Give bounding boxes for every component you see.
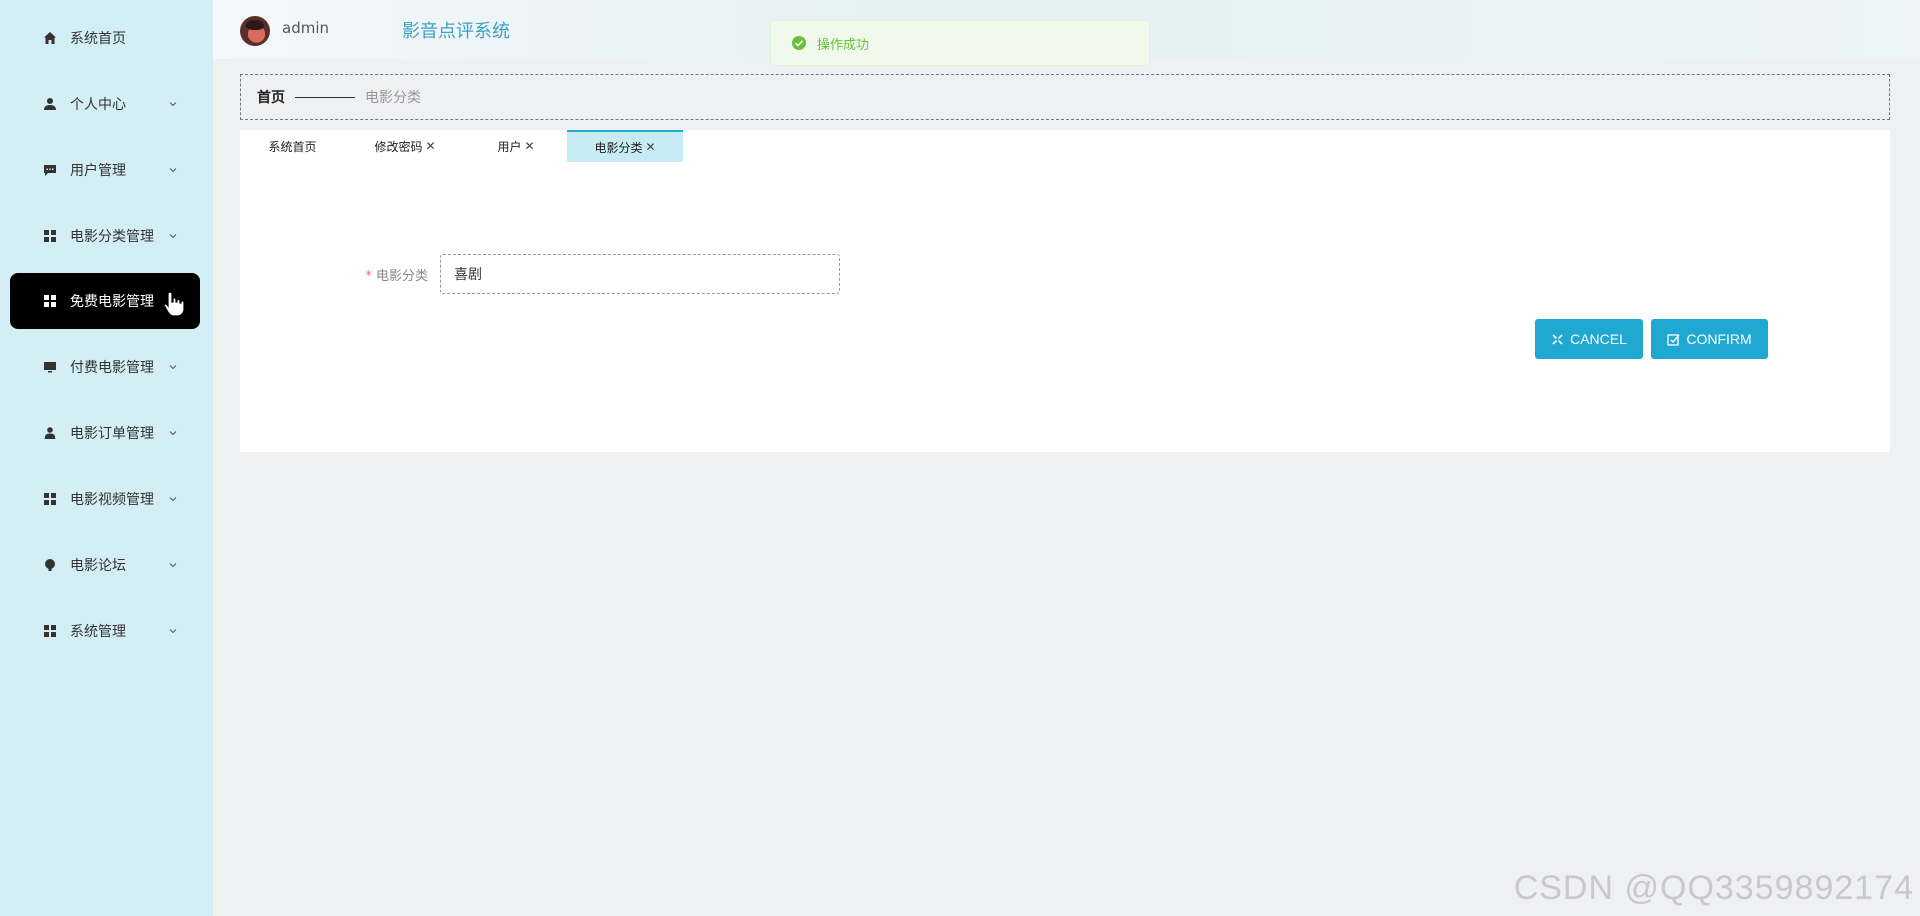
tab-user[interactable]: 用户 ✕ [465,130,567,162]
menu-item-forum[interactable]: 电影论坛 [10,537,200,593]
chevron-down-icon [169,563,177,568]
close-icon[interactable]: ✕ [645,140,655,154]
breadcrumb-separator [295,96,355,98]
required-mark: * [365,268,372,284]
category-input[interactable] [440,254,840,294]
menu-label: 电影分类管理 [70,229,154,245]
menu-item-home[interactable]: 系统首页 [10,10,200,66]
chevron-down-icon [169,365,177,370]
menu-item-paid-movie-management[interactable]: 付费电影管理 [10,339,200,395]
tab-label: 系统首页 [268,139,317,154]
toast-message: 操作成功 [817,37,870,53]
menu-item-order-management[interactable]: 电影订单管理 [10,405,200,461]
menu-label: 免费电影管理 [70,294,154,310]
watermark: CSDN @QQ3359892174 [1513,869,1914,907]
confirm-button[interactable]: CONFIRM [1651,319,1768,359]
chevron-down-icon [169,168,177,173]
menu-label: 系统管理 [70,624,126,640]
username[interactable]: admin [282,19,329,37]
menu-label: 个人中心 [70,97,126,113]
check-circle-icon [792,36,806,50]
monitor-icon [42,359,58,375]
avatar[interactable] [240,16,270,46]
menu-label: 电影视频管理 [70,492,154,508]
menu-item-user-management[interactable]: 用户管理 [10,142,200,198]
menu-item-video-management[interactable]: 电影视频管理 [10,471,200,527]
chat-icon [42,162,58,178]
main-panel: 系统首页 修改密码 ✕ 用户 ✕ 电影分类 ✕ *电影分类 CANCEL [240,130,1890,452]
confirm-label: CONFIRM [1686,331,1752,347]
tab-movie-category[interactable]: 电影分类 ✕ [567,130,683,162]
field-label: * 电影分类 [340,265,440,284]
tab-label: 电影分类 [594,140,643,155]
menu-label: 用户管理 [70,163,126,179]
home-icon [42,30,58,46]
breadcrumb-current: 电影分类 [365,90,421,106]
grid-icon [42,293,58,309]
chevron-down-icon [169,234,177,239]
app-title: 影音点评系统 [402,21,510,42]
chevron-down-icon [169,497,177,502]
cancel-label: CANCEL [1570,331,1627,347]
grid-icon [42,623,58,639]
menu-label: 系统首页 [70,31,126,47]
tab-system-home[interactable]: 系统首页 [240,130,345,162]
edit-check-icon [1667,333,1680,346]
tab-label: 修改密码 [374,139,423,154]
menu-item-category-management[interactable]: 电影分类管理 [10,208,200,264]
tab-bar: 系统首页 修改密码 ✕ 用户 ✕ 电影分类 ✕ [240,130,683,162]
chevron-down-icon [169,629,177,634]
success-toast: 操作成功 [770,20,1150,66]
tab-change-password[interactable]: 修改密码 ✕ [345,130,465,162]
close-icon [1552,333,1563,345]
chevron-down-icon [169,431,177,436]
tab-label: 用户 [497,139,522,154]
close-icon[interactable]: ✕ [425,139,435,153]
sidebar: 系统首页 个人中心 用户管理 电影分类管理 免费电影管理 付费电影管理 电影订单… [0,0,213,916]
cancel-button[interactable]: CANCEL [1535,319,1643,359]
user-icon [42,96,58,112]
menu-label: 付费电影管理 [70,360,154,376]
breadcrumb-home[interactable]: 首页 [257,87,285,107]
menu-item-personal-center[interactable]: 个人中心 [10,76,200,132]
field-label-text: 电影分类 [375,268,428,284]
grid-icon [42,491,58,507]
bulb-icon [42,557,58,573]
menu-item-system-management[interactable]: 系统管理 [10,603,200,659]
chevron-down-icon [169,102,177,107]
close-icon[interactable]: ✕ [524,139,534,153]
form-row-category: * 电影分类 [340,254,840,294]
hand-cursor-icon [163,291,185,317]
menu-label: 电影论坛 [70,558,126,574]
breadcrumb: 首页 电影分类 [240,74,1890,120]
menu-label: 电影订单管理 [70,426,154,442]
grid-icon [42,228,58,244]
person-icon [42,425,58,441]
